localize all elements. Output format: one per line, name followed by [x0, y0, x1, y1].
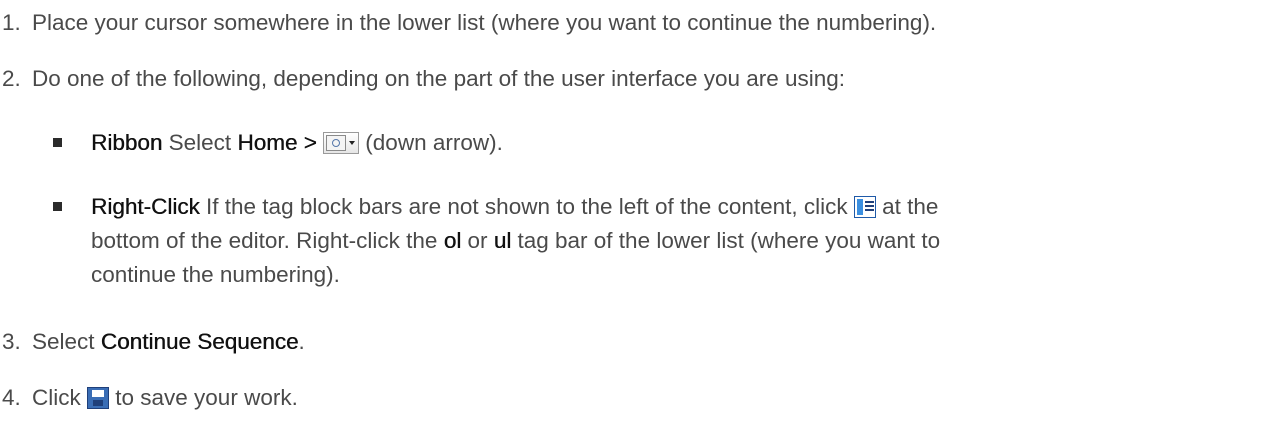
option-line-3: continue the numbering). [91, 258, 1266, 292]
step-number: 2. [2, 66, 21, 91]
bullet-marker [53, 138, 62, 147]
option-text: bottom of the editor. Right-click the [91, 228, 444, 253]
step-4: 4. Click to save your work. [0, 381, 298, 415]
option-text: tag bar of the lower list (where you wan… [511, 228, 941, 253]
continue-list-dropdown-icon [323, 132, 360, 154]
option-label: Right-Click [91, 194, 200, 219]
step-number: 3. [2, 329, 21, 354]
step-text: Do one of the following, depending on th… [32, 66, 846, 91]
option-label: Ribbon [91, 130, 163, 155]
option-text-after: (down arrow). [359, 130, 503, 155]
step-text: . [298, 329, 305, 354]
step-number: 4. [2, 385, 21, 410]
step-number: 1. [2, 10, 21, 35]
step-3: 3. Select Continue Sequence. [0, 325, 305, 359]
step-2: 2. Do one of the following, depending on … [0, 62, 845, 96]
show-tag-block-bars-icon [853, 196, 876, 218]
tag-ul: ul [493, 228, 512, 253]
option-text: or [461, 228, 494, 253]
step-text: Select [32, 329, 101, 354]
step-1: 1. Place your cursor somewhere in the low… [0, 6, 936, 40]
save-icon [87, 387, 109, 409]
option-right-click: Right-Click If the tag block bars are no… [53, 190, 1266, 292]
menu-path: Home > [237, 130, 317, 155]
option-line-1: Right-Click If the tag block bars are no… [91, 190, 1266, 224]
command-name: Continue Sequence [100, 329, 299, 354]
tag-ol: ol [443, 228, 462, 253]
option-text: If the tag block bars are not shown to t… [199, 194, 854, 219]
option-text: at the [875, 194, 939, 219]
bullet-marker [53, 202, 62, 211]
option-line-2: bottom of the editor. Right-click the ol… [91, 224, 1266, 258]
option-ribbon: Ribbon Select Home > (down arrow). [53, 126, 1266, 160]
step-text: Click [32, 385, 87, 410]
instruction-document: 1. Place your cursor somewhere in the low… [0, 0, 1282, 429]
step-text: to save your work. [109, 385, 298, 410]
option-text: continue the numbering). [91, 262, 340, 287]
step-text: Place your cursor somewhere in the lower… [32, 10, 937, 35]
option-text: Select [162, 130, 238, 155]
